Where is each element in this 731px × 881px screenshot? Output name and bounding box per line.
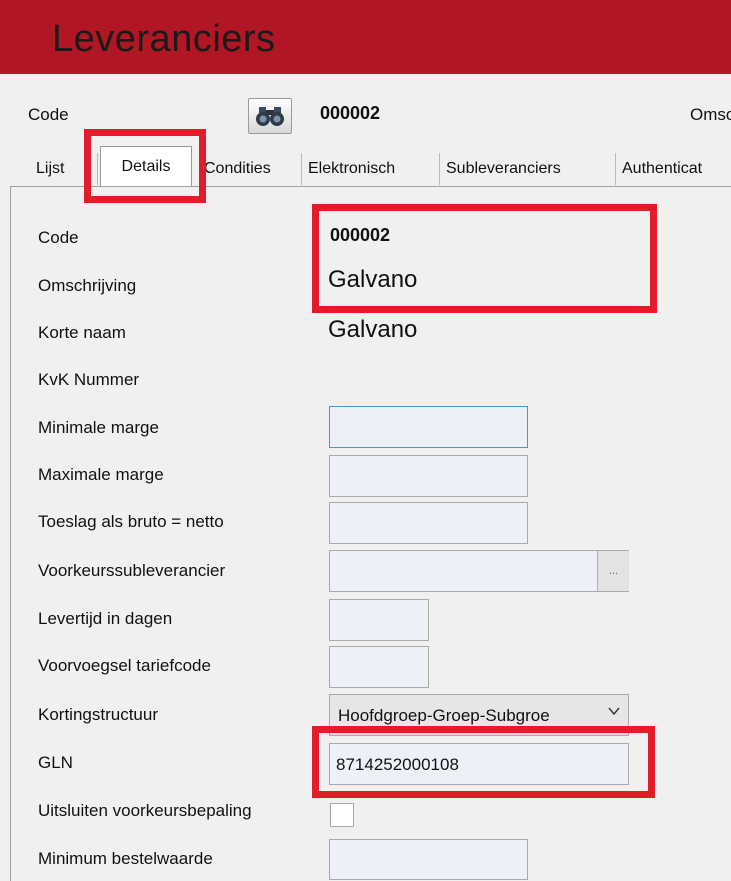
- levertijd-input[interactable]: [329, 599, 429, 641]
- tab-condities[interactable]: Condities: [198, 153, 302, 185]
- kvk-label: KvK Nummer: [38, 370, 140, 389]
- omschrijving-label: Omschrijving: [38, 276, 137, 295]
- tab-condities-label: Condities: [204, 160, 271, 177]
- minimale-marge-label: Minimale marge: [38, 418, 159, 437]
- voorkeurssubleverancier-browse-button[interactable]: ...: [597, 551, 629, 591]
- tab-authenticatie-label: Authenticat: [622, 160, 703, 177]
- tab-subleveranciers-label: Subleveranciers: [446, 160, 561, 177]
- code-label: Code: [38, 228, 79, 247]
- kortingstructuur-label: Kortingstructuur: [38, 705, 158, 724]
- gln-label: GLN: [38, 753, 73, 772]
- voorvoegsel-input[interactable]: [329, 646, 429, 688]
- header-code-label: Code: [28, 105, 69, 124]
- tab-lijst-label: Lijst: [36, 160, 65, 177]
- title-bar: Leveranciers: [0, 0, 731, 74]
- uitsluiten-label: Uitsluiten voorkeursbepaling: [38, 801, 252, 820]
- tab-elektronisch-label: Elektronisch: [308, 160, 396, 177]
- voorkeurssubleverancier-label: Voorkeurssubleverancier: [38, 561, 226, 580]
- korte-naam-label: Korte naam: [38, 323, 126, 342]
- header-code-value: 000002: [320, 103, 381, 123]
- levertijd-label: Levertijd in dagen: [38, 609, 173, 628]
- tab-authenticatie[interactable]: Authenticat: [616, 153, 731, 185]
- minimum-bestelwaarde-label: Minimum bestelwaarde: [38, 849, 213, 868]
- search-binoculars-button[interactable]: [248, 98, 292, 134]
- chevron-down-icon: [607, 704, 621, 721]
- highlight-gln: [312, 726, 655, 798]
- window-title: Leveranciers: [52, 18, 276, 60]
- toeslag-input[interactable]: [329, 502, 528, 544]
- header-omschrijving-label: Omsc: [690, 105, 731, 124]
- voorkeurssubleverancier-input[interactable]: [329, 550, 629, 592]
- maximale-marge-label: Maximale marge: [38, 465, 164, 484]
- uitsluiten-checkbox[interactable]: [330, 803, 354, 827]
- minimale-marge-input[interactable]: [329, 406, 528, 448]
- maximale-marge-input[interactable]: [329, 455, 528, 497]
- tab-subleveranciers[interactable]: Subleveranciers: [440, 153, 616, 185]
- minimum-bestelwaarde-input[interactable]: [329, 839, 528, 880]
- toeslag-label: Toeslag als bruto = netto: [38, 512, 224, 531]
- highlight-details-tab: [84, 129, 206, 203]
- binoculars-icon: [256, 107, 284, 126]
- ellipsis-icon: ...: [608, 565, 619, 577]
- tab-elektronisch[interactable]: Elektronisch: [302, 153, 440, 185]
- highlight-code-omschrijving: [312, 204, 657, 313]
- kortingstructuur-value: Hoofdgroep-Groep-Subgroe: [338, 706, 550, 725]
- korte-naam-value: Galvano: [328, 316, 418, 343]
- voorvoegsel-label: Voorvoegsel tariefcode: [38, 656, 211, 675]
